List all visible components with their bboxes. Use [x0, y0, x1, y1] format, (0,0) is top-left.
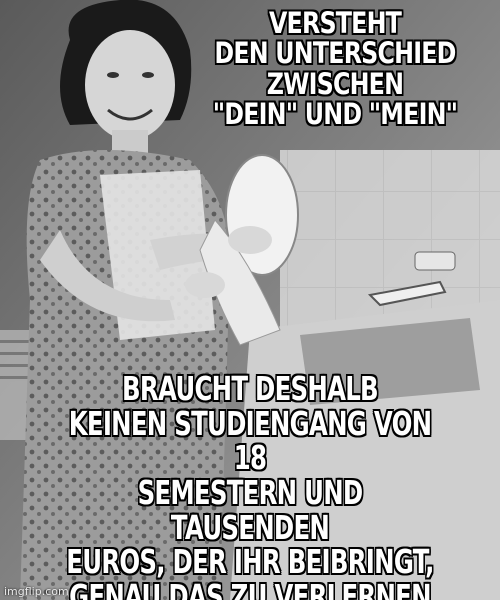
soap-bar [414, 251, 456, 271]
top-caption: VERSTEHT DEN UNTERSCHIED ZWISCHEN "DEIN"… [212, 6, 458, 132]
bottom-caption: BRAUCHT DESHALB KEINEN STUDIENGANG VON 1… [66, 369, 434, 600]
watermark-text: imgflip.com [4, 585, 69, 598]
meme-image: VERSTEHT DEN UNTERSCHIED ZWISCHEN "DEIN"… [0, 0, 500, 600]
face [85, 30, 175, 140]
